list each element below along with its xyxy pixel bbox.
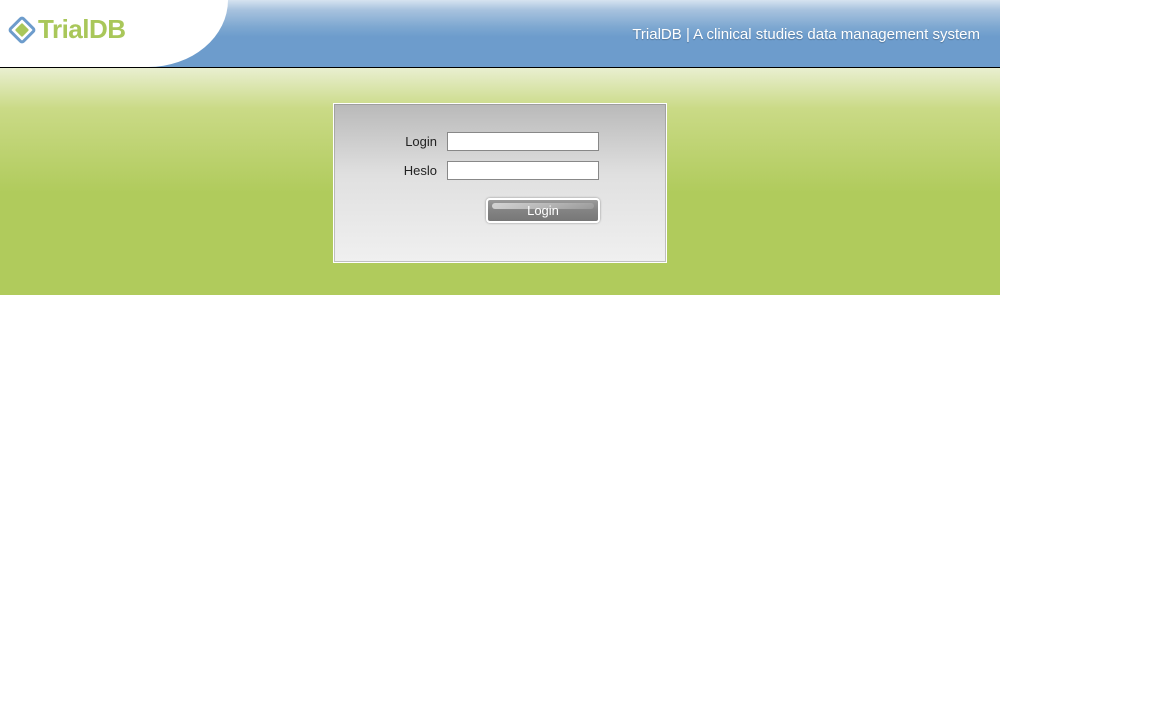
login-panel: Login Heslo Login (333, 103, 667, 263)
password-label: Heslo (389, 163, 437, 178)
page-container: TrialDB TrialDB | A clinical studies dat… (0, 0, 1000, 295)
password-row: Heslo (334, 161, 666, 180)
logo: TrialDB (8, 14, 126, 45)
logo-icon (8, 16, 36, 44)
password-input[interactable] (447, 161, 599, 180)
username-label: Login (389, 134, 437, 149)
logo-text: TrialDB (38, 14, 126, 45)
button-row: Login (334, 198, 666, 223)
header-tagline: TrialDB | A clinical studies data manage… (632, 26, 980, 43)
username-row: Login (334, 132, 666, 151)
username-input[interactable] (447, 132, 599, 151)
login-button[interactable]: Login (486, 198, 600, 223)
header: TrialDB TrialDB | A clinical studies dat… (0, 0, 1000, 68)
content-area: Login Heslo Login (0, 68, 1000, 295)
